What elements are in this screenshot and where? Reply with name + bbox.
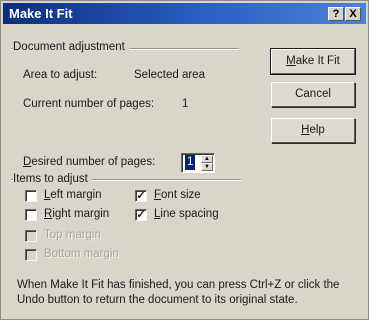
window-title: Make It Fit — [9, 6, 73, 21]
spin-down-icon[interactable]: ▼ — [201, 163, 213, 171]
left-margin-label[interactable]: Left margin — [44, 189, 102, 201]
spinner-arrows: ▲ ▼ — [201, 155, 213, 171]
items-to-adjust-label: Items to adjust — [13, 173, 92, 185]
desired-pages-label-rest: esired number of pages: — [31, 156, 156, 168]
close-title-button[interactable]: X — [345, 7, 361, 21]
line-spacing-label[interactable]: Line spacing — [154, 208, 219, 220]
checkmark-icon: ✓ — [136, 190, 146, 202]
left-margin-checkbox[interactable] — [25, 190, 37, 202]
title-bar: Make It Fit ? X — [3, 3, 366, 24]
right-margin-checkbox[interactable] — [25, 209, 37, 221]
area-to-adjust-label: Area to adjust: — [23, 69, 98, 81]
spin-up-icon[interactable]: ▲ — [201, 155, 213, 163]
desired-pages-spinner[interactable]: 1 ▲ ▼ — [181, 153, 215, 173]
desired-pages-value[interactable]: 1 — [185, 155, 196, 170]
desired-pages-label: Desired number of pages: — [23, 156, 156, 168]
help-title-button[interactable]: ? — [328, 7, 344, 21]
top-margin-label[interactable]: Top margin — [44, 229, 101, 241]
line-spacing-checkbox[interactable]: ✓ — [135, 209, 147, 221]
help-button[interactable]: Help — [271, 118, 355, 143]
bottom-margin-checkbox[interactable] — [25, 249, 37, 261]
top-margin-checkbox[interactable] — [25, 230, 37, 242]
bottom-margin-label[interactable]: Bottom margin — [44, 248, 119, 260]
document-adjustment-label: Document adjustment — [13, 41, 129, 53]
make-it-fit-button[interactable]: Make It Fit — [270, 48, 356, 75]
checkmark-icon: ✓ — [136, 209, 146, 221]
current-pages-label: Current number of pages: — [23, 98, 155, 110]
right-margin-label[interactable]: Right margin — [44, 208, 109, 220]
cancel-button[interactable]: Cancel — [271, 82, 355, 107]
make-it-fit-dialog: Make It Fit ? X Document adjustment Area… — [0, 0, 369, 320]
current-pages-value: 1 — [182, 98, 189, 110]
area-to-adjust-value: Selected area — [134, 69, 205, 81]
font-size-label[interactable]: Font size — [154, 189, 201, 201]
font-size-checkbox[interactable]: ✓ — [135, 190, 147, 202]
footer-info-text: When Make It Fit has finished, you can p… — [17, 279, 340, 306]
